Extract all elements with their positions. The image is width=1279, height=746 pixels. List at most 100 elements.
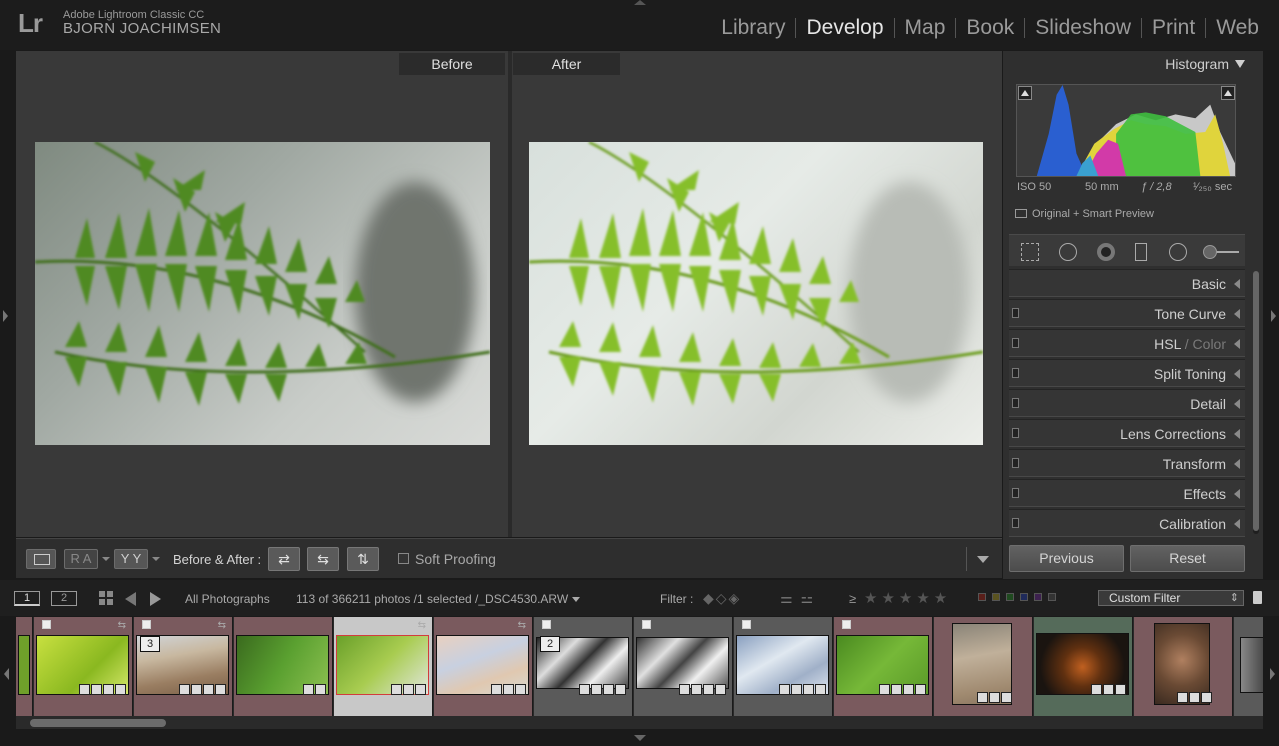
- crop-tool-icon[interactable]: [1021, 243, 1039, 261]
- panel-effects[interactable]: Effects: [1009, 479, 1245, 507]
- filmstrip-cell[interactable]: [16, 617, 33, 716]
- right-panel-toggle-icon[interactable]: [1271, 310, 1276, 322]
- filmstrip-cell[interactable]: 2: [534, 617, 633, 716]
- panel-toggle-switch[interactable]: [1012, 458, 1019, 468]
- radial-filter-icon[interactable]: [1169, 243, 1187, 261]
- flag-icon[interactable]: [42, 620, 51, 629]
- arrow-right-icon[interactable]: [150, 592, 161, 606]
- module-print[interactable]: Print: [1142, 16, 1205, 40]
- after-photo[interactable]: [529, 142, 983, 445]
- panel-detail[interactable]: Detail: [1009, 389, 1245, 417]
- toolbar-content-menu-icon[interactable]: [977, 556, 989, 563]
- panel-hsl-color[interactable]: HSL / Color: [1009, 329, 1245, 357]
- scrollbar-thumb[interactable]: [30, 719, 166, 727]
- right-panel-scrollbar[interactable]: [1253, 271, 1259, 534]
- loupe-view-button[interactable]: [26, 549, 56, 569]
- filmstrip-cell[interactable]: [234, 617, 333, 716]
- histogram-graph[interactable]: [1016, 84, 1236, 177]
- filter-preset-select[interactable]: Custom Filter: [1098, 590, 1244, 606]
- filmstrip-scroll-right-icon[interactable]: [1270, 668, 1275, 680]
- stack-count-badge[interactable]: 2: [540, 636, 560, 652]
- reference-view-button[interactable]: R A: [64, 549, 98, 569]
- flag-filter-icons[interactable]: ◆◇◈: [703, 591, 761, 605]
- chevron-down-icon[interactable]: [102, 557, 110, 561]
- kind-filter-icons[interactable]: ⚌⚍: [780, 590, 821, 607]
- soft-proofing-checkbox[interactable]: [398, 553, 409, 564]
- filmstrip-scroll-left-icon[interactable]: [4, 668, 9, 680]
- chevron-down-icon[interactable]: [152, 557, 160, 561]
- flag-icon[interactable]: [542, 620, 551, 629]
- filmstrip-cell[interactable]: [734, 617, 833, 716]
- filmstrip-cell-selected[interactable]: ⇆: [334, 617, 433, 716]
- copy-after-to-before-button[interactable]: ⇆: [307, 547, 339, 571]
- filmstrip-cell[interactable]: [934, 617, 1033, 716]
- color-label-blue[interactable]: [1020, 593, 1028, 601]
- color-label-none[interactable]: [1048, 593, 1056, 601]
- module-web[interactable]: Web: [1206, 16, 1269, 40]
- flag-icon[interactable]: [142, 620, 151, 629]
- panel-toggle-switch[interactable]: [1012, 338, 1019, 348]
- spot-removal-icon[interactable]: [1059, 243, 1077, 261]
- panel-toggle-switch[interactable]: [1012, 398, 1019, 408]
- highlight-clipping-icon[interactable]: [1221, 86, 1235, 100]
- panel-toggle-switch[interactable]: [1012, 428, 1019, 438]
- filmstrip-count[interactable]: 113 of 366211 photos /1 selected /_DSC45…: [296, 592, 581, 606]
- panel-calibration[interactable]: Calibration: [1009, 509, 1245, 537]
- grid-view-icon[interactable]: [99, 591, 113, 605]
- lock-icon[interactable]: [1253, 591, 1262, 604]
- filmstrip-cell[interactable]: [634, 617, 733, 716]
- secondary-window-button[interactable]: 2: [51, 591, 77, 606]
- panel-lens-corrections[interactable]: Lens Corrections: [1009, 419, 1245, 447]
- panel-transform[interactable]: Transform: [1009, 449, 1245, 477]
- filmstrip-scrollbar[interactable]: [16, 717, 1263, 729]
- adjustment-brush-icon[interactable]: [1203, 245, 1239, 259]
- scrollbar-thumb[interactable]: [1253, 271, 1259, 531]
- stack-count-badge[interactable]: 3: [140, 636, 160, 652]
- left-panel-toggle-icon[interactable]: [3, 310, 8, 322]
- top-panel-toggle-icon[interactable]: [634, 0, 646, 5]
- color-label-green[interactable]: [1006, 593, 1014, 601]
- panel-split-toning[interactable]: Split Toning: [1009, 359, 1245, 387]
- color-label-purple[interactable]: [1034, 593, 1042, 601]
- previous-button[interactable]: Previous: [1009, 545, 1124, 572]
- filmstrip-cell[interactable]: ⇆ 3: [134, 617, 233, 716]
- primary-window-button[interactable]: 1: [14, 591, 40, 606]
- shadow-clipping-icon[interactable]: [1018, 86, 1032, 100]
- panel-toggle-switch[interactable]: [1012, 488, 1019, 498]
- panel-tone-curve[interactable]: Tone Curve: [1009, 299, 1245, 327]
- before-after-view-button[interactable]: Y Y: [114, 549, 148, 569]
- photo-thumbnail[interactable]: [18, 635, 30, 695]
- panel-toggle-switch[interactable]: [1012, 518, 1019, 528]
- before-photo[interactable]: [35, 142, 490, 445]
- rating-comparison[interactable]: ≥: [849, 591, 856, 606]
- filmstrip-cell[interactable]: [1134, 617, 1233, 716]
- copy-before-to-after-button[interactable]: ⇄: [268, 547, 300, 571]
- filmstrip-cell[interactable]: [1034, 617, 1133, 716]
- module-map[interactable]: Map: [895, 16, 956, 40]
- module-develop[interactable]: Develop: [796, 16, 893, 40]
- swap-before-after-button[interactable]: ⇅: [347, 547, 379, 571]
- rating-filter-stars[interactable]: ★★★★★: [864, 589, 951, 607]
- filmstrip-cell[interactable]: ⇆: [34, 617, 133, 716]
- photo-thumbnail[interactable]: [1240, 637, 1263, 693]
- arrow-left-icon[interactable]: [125, 592, 136, 606]
- color-label-yellow[interactable]: [992, 593, 1000, 601]
- histogram-header[interactable]: Histogram: [1003, 51, 1245, 77]
- flag-icon[interactable]: [742, 620, 751, 629]
- filmstrip-cell[interactable]: [834, 617, 933, 716]
- filmstrip-source[interactable]: All Photographs: [185, 592, 270, 606]
- filmstrip-cell[interactable]: [1234, 617, 1263, 716]
- reset-button[interactable]: Reset: [1130, 545, 1245, 572]
- panel-toggle-switch[interactable]: [1012, 308, 1019, 318]
- module-book[interactable]: Book: [956, 16, 1024, 40]
- bottom-panel-toggle-icon[interactable]: [634, 735, 646, 741]
- module-library[interactable]: Library: [711, 16, 795, 40]
- red-eye-icon[interactable]: [1097, 243, 1115, 261]
- color-label-red[interactable]: [978, 593, 986, 601]
- filmstrip-cell[interactable]: ⇆: [434, 617, 533, 716]
- flag-icon[interactable]: [842, 620, 851, 629]
- graduated-filter-icon[interactable]: [1135, 243, 1147, 261]
- module-slideshow[interactable]: Slideshow: [1025, 16, 1141, 40]
- flag-icon[interactable]: [642, 620, 651, 629]
- photo-thumbnail[interactable]: [636, 637, 729, 689]
